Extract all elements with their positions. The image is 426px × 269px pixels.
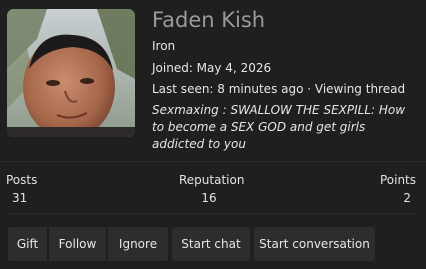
start-chat-button[interactable]: Start chat	[172, 227, 250, 261]
stat-points-value: 2	[403, 191, 411, 205]
username[interactable]: Faden Kish	[152, 6, 420, 34]
divider	[8, 213, 416, 214]
stat-points-label: Points	[379, 173, 416, 187]
stat-reputation-value: 16	[201, 191, 217, 205]
member-tooltip-card: Faden Kish Iron Joined: May 4, 2026 Last…	[0, 0, 426, 269]
stat-reputation-label: Reputation	[179, 173, 245, 187]
start-conversation-button[interactable]: Start conversation	[254, 227, 375, 261]
gift-button[interactable]: Gift	[8, 227, 47, 261]
joined-date: Joined: May 4, 2026	[152, 61, 272, 75]
profile-info: Faden Kish Iron Joined: May 4, 2026 Last…	[152, 6, 420, 153]
stat-posts-label: Posts	[6, 173, 38, 187]
stat-posts-value: 31	[12, 191, 28, 205]
stat-reputation: Reputation 16	[179, 172, 245, 206]
stat-points[interactable]: Points 2	[380, 172, 416, 206]
stat-posts[interactable]: Posts 31	[6, 172, 37, 206]
avatar[interactable]	[7, 9, 135, 137]
user-rank: Iron	[152, 39, 176, 53]
viewing-thread-link[interactable]: Sexmaxing : SWALLOW THE SEXPILL: How to …	[152, 102, 417, 153]
follow-button[interactable]: Follow	[49, 227, 106, 261]
user-avatar-photo	[7, 9, 135, 137]
divider	[0, 161, 426, 162]
ignore-button[interactable]: Ignore	[108, 227, 168, 261]
last-seen-status: Last seen: 8 minutes ago · Viewing threa…	[152, 82, 406, 96]
